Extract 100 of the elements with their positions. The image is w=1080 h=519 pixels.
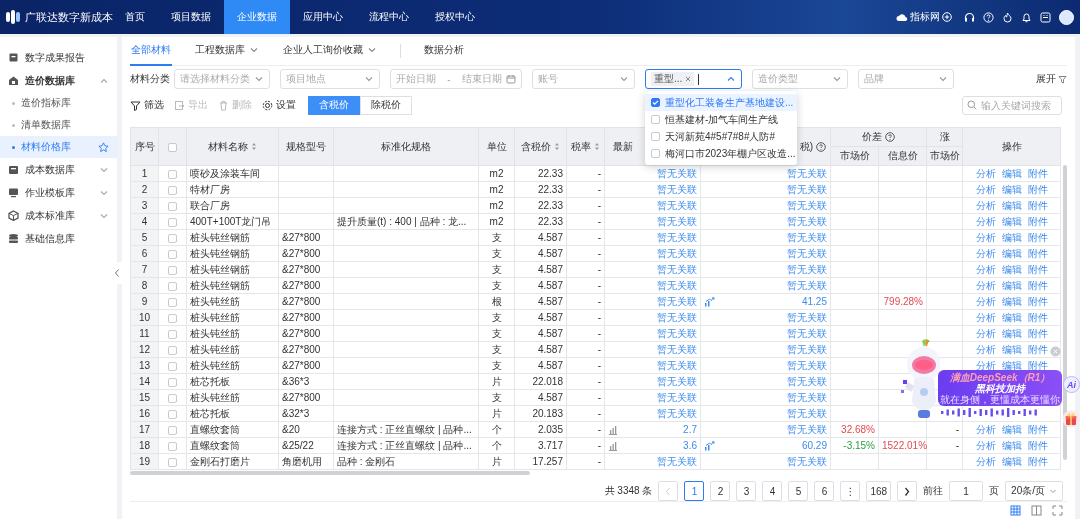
star-icon[interactable]: [98, 141, 109, 153]
bar-chart-icon[interactable]: [608, 440, 618, 451]
checkbox[interactable]: [651, 149, 660, 158]
segment-button[interactable]: 含税价: [308, 95, 360, 115]
attachment-link[interactable]: 附件: [1027, 166, 1048, 181]
analysis-link[interactable]: 分析: [975, 198, 996, 213]
sidebar-item[interactable]: 数字成果报告: [0, 46, 117, 69]
sidebar-item[interactable]: 造价指标库: [0, 92, 117, 114]
sidebar-item[interactable]: 成本数据库: [0, 158, 117, 181]
attachment-link[interactable]: 附件: [1027, 422, 1048, 437]
attachment-link[interactable]: 附件: [1027, 342, 1048, 357]
analysis-link[interactable]: 分析: [975, 262, 996, 277]
page-button[interactable]: 4: [762, 481, 783, 501]
checkbox[interactable]: [651, 98, 660, 107]
checkbox[interactable]: [168, 361, 177, 371]
edit-link[interactable]: 编辑: [1001, 422, 1022, 437]
sidebar-item[interactable]: 作业模板库: [0, 181, 117, 204]
analysis-link[interactable]: 分析: [975, 166, 996, 181]
headset-icon[interactable]: [964, 11, 975, 23]
nav-tab[interactable]: 应用中心: [290, 0, 356, 34]
tab[interactable]: 数据分析: [423, 36, 465, 66]
trend-chart-icon[interactable]: [704, 440, 715, 451]
checkbox[interactable]: [168, 249, 177, 259]
logo-icon[interactable]: [6, 10, 20, 24]
page-button[interactable]: 168: [866, 481, 892, 501]
attachment-link[interactable]: 附件: [1027, 294, 1048, 309]
checkbox[interactable]: [168, 297, 177, 307]
page-button[interactable]: 2: [710, 481, 731, 501]
edit-link[interactable]: 编辑: [1001, 358, 1022, 373]
analysis-link[interactable]: 分析: [975, 438, 996, 453]
analysis-link[interactable]: 分析: [975, 246, 996, 261]
help-icon[interactable]: [816, 141, 826, 152]
sort-icon[interactable]: [594, 142, 600, 151]
analysis-link[interactable]: 分析: [975, 422, 996, 437]
edit-link[interactable]: 编辑: [1001, 246, 1022, 261]
select-field[interactable]: 造价类型: [752, 69, 848, 89]
analysis-link[interactable]: 分析: [975, 278, 996, 293]
segment-button[interactable]: 除税价: [360, 95, 412, 115]
edit-link[interactable]: 编辑: [1001, 182, 1022, 197]
scrollbar[interactable]: [1063, 165, 1067, 460]
checkbox[interactable]: [168, 377, 177, 387]
dropdown-option[interactable]: 恒基建材-加气车间生产线: [645, 111, 797, 128]
sidebar-item[interactable]: 材料价格库: [0, 136, 117, 158]
checkbox[interactable]: [651, 132, 660, 141]
checkbox[interactable]: [651, 115, 660, 124]
toolbar-button[interactable]: 设置: [262, 98, 296, 112]
nav-tab[interactable]: 项目数据: [158, 0, 224, 34]
trend-chart-icon[interactable]: [704, 296, 715, 307]
gift-icon[interactable]: [1062, 410, 1080, 428]
page-button[interactable]: 6: [814, 481, 835, 501]
checkbox[interactable]: [168, 441, 177, 451]
checkbox[interactable]: [168, 425, 177, 435]
analysis-link[interactable]: 分析: [975, 294, 996, 309]
next-page-button[interactable]: [897, 481, 918, 501]
analysis-link[interactable]: 分析: [975, 358, 996, 373]
avatar[interactable]: [1059, 9, 1074, 25]
nav-tab[interactable]: 流程中心: [356, 0, 422, 34]
checkbox[interactable]: [168, 169, 177, 179]
edit-link[interactable]: 编辑: [1001, 262, 1022, 277]
analysis-link[interactable]: 分析: [975, 326, 996, 341]
page-input[interactable]: 1: [949, 481, 984, 501]
price-link[interactable]: 2.7: [683, 422, 697, 437]
search-field[interactable]: 输入关键词搜索: [962, 95, 1062, 115]
portal-link[interactable]: 指标网: [896, 10, 952, 24]
select-field[interactable]: 项目地点: [280, 69, 380, 89]
edit-link[interactable]: 编辑: [1001, 342, 1022, 357]
date-range-field[interactable]: 开始日期 - 结束日期: [390, 69, 522, 89]
bell-icon[interactable]: [1021, 11, 1032, 23]
sidebar-item[interactable]: 造价数据库: [0, 69, 117, 92]
close-button[interactable]: [1050, 346, 1061, 357]
tab[interactable]: 企业人工询价收藏: [282, 36, 378, 66]
tab[interactable]: 工程数据库: [194, 36, 260, 66]
sidebar-item[interactable]: 成本标准库: [0, 204, 117, 227]
edit-link[interactable]: 编辑: [1001, 166, 1022, 181]
nav-tab[interactable]: 首页: [112, 0, 158, 34]
dropdown-option[interactable]: 天河新苑4#5#7#8#人防#: [645, 128, 797, 145]
analysis-link[interactable]: 分析: [975, 214, 996, 229]
flame-icon[interactable]: [1002, 11, 1013, 23]
analysis-link[interactable]: 分析: [975, 310, 996, 325]
sidebar-item[interactable]: 清单数据库: [0, 114, 117, 136]
attachment-link[interactable]: 附件: [1027, 438, 1048, 453]
analysis-link[interactable]: 分析: [975, 454, 996, 469]
page-button[interactable]: 3: [736, 481, 757, 501]
checkbox[interactable]: [168, 457, 177, 467]
edit-link[interactable]: 编辑: [1001, 310, 1022, 325]
checkbox[interactable]: [168, 281, 177, 291]
dropdown-option[interactable]: 梅河口市2023年棚户区改造...: [645, 145, 797, 162]
toolbar-button[interactable]: 筛选: [130, 98, 164, 112]
attachment-link[interactable]: 附件: [1027, 310, 1048, 325]
bar-chart-icon[interactable]: [608, 424, 618, 435]
select-field[interactable]: 请选择材料分类: [174, 69, 270, 89]
edit-link[interactable]: 编辑: [1001, 230, 1022, 245]
checkbox[interactable]: [168, 265, 177, 275]
analysis-link[interactable]: 分析: [975, 342, 996, 357]
price-link[interactable]: 3.6: [683, 438, 697, 453]
edit-link[interactable]: 编辑: [1001, 214, 1022, 229]
select-field[interactable]: 品牌: [858, 69, 954, 89]
page-button[interactable]: 1: [684, 481, 705, 501]
attachment-link[interactable]: 附件: [1027, 262, 1048, 277]
dropdown-option[interactable]: 重型化工装备生产基地建设...: [645, 94, 797, 111]
